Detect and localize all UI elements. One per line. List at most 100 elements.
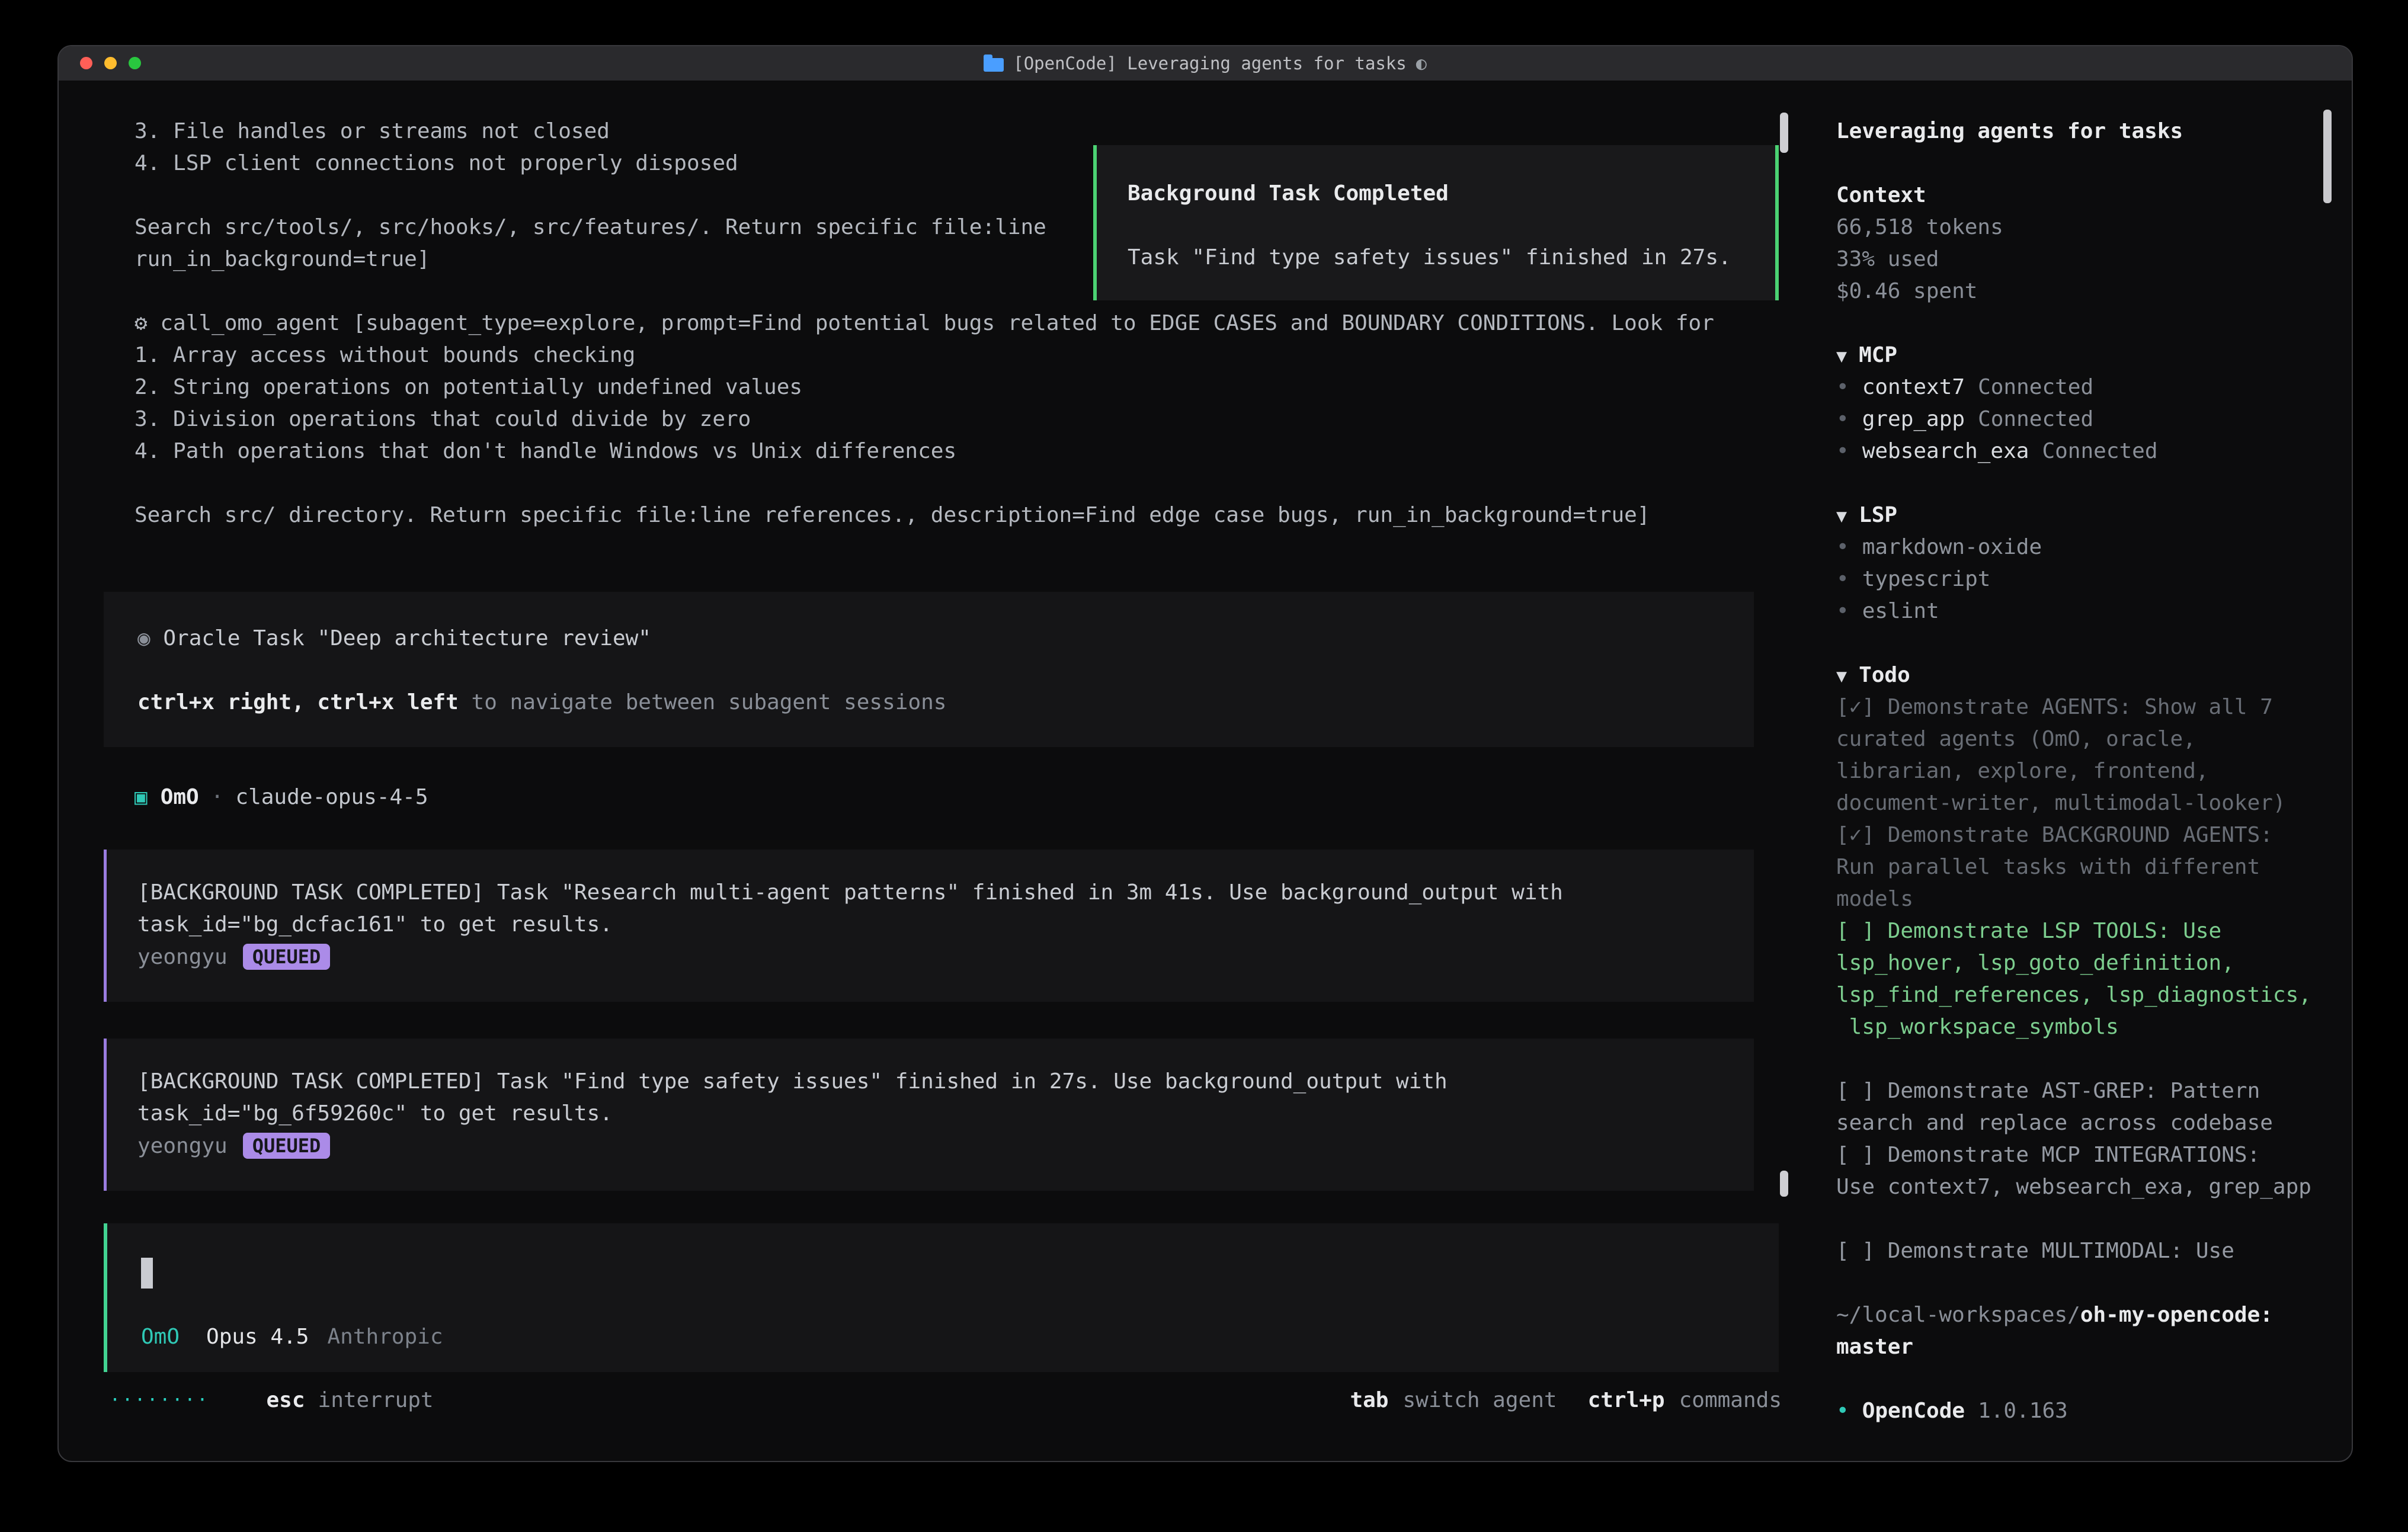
oracle-dot-icon: ◉ — [137, 626, 163, 650]
context-spent: $0.46 spent — [1836, 275, 2323, 307]
session-progress-icon: ◐ — [1416, 53, 1427, 74]
todo-line: [ ] Demonstrate AST-GREP: Pattern — [1836, 1075, 2323, 1107]
toast-blank — [1128, 210, 1775, 242]
mcp-heading-row: ▼MCP — [1836, 339, 2323, 371]
sidebar-scrollbar-thumb[interactable] — [2323, 110, 2332, 203]
bullet-icon: • — [1836, 567, 1849, 591]
todo-line: [✓] Demonstrate BACKGROUND AGENTS: — [1836, 819, 2323, 851]
message-block: [BACKGROUND TASK COMPLETED] Task "Find t… — [104, 1039, 1754, 1191]
close-button[interactable] — [80, 57, 92, 69]
gear-icon: ⚙ — [135, 311, 160, 335]
window-title: [OpenCode] Leveraging agents for tasks — [1013, 53, 1406, 73]
bullet-icon: • — [1836, 375, 1849, 399]
text-cursor — [141, 1258, 153, 1289]
workspace-repo: oh-my-opencode: — [2080, 1303, 2273, 1327]
bullet-icon: • — [1836, 599, 1849, 623]
todo-line: [ ] Demonstrate MULTIMODAL: Use — [1836, 1235, 2323, 1267]
statusbar-right: tab switch agent ctrl+p commands — [1350, 1384, 1782, 1416]
sidebar: Leveraging agents for tasks Context 66,5… — [1836, 116, 2323, 1427]
mcp-item: •grep_appConnected — [1836, 403, 2323, 435]
todo-line: [ ] Demonstrate MCP INTEGRATIONS: — [1836, 1139, 2323, 1171]
workspace-branch: master — [1836, 1331, 2323, 1363]
todo-heading: Todo — [1859, 663, 1910, 687]
agent-header: ▣ OmO · claude-opus-4-5 — [135, 781, 428, 813]
collapse-arrow-icon: ▼ — [1836, 506, 1847, 527]
transcript-line: 1. Array access without bounds checking — [135, 339, 1771, 371]
todo-line: document-writer, multimodal-looker) — [1836, 787, 2323, 819]
lsp-name: typescript — [1862, 567, 1991, 591]
context-heading: Context — [1836, 180, 2323, 211]
todo-line: [✓] Demonstrate AGENTS: Show all 7 — [1836, 691, 2323, 723]
todo-line: librarian, explore, frontend, — [1836, 755, 2323, 787]
app-version: 1.0.163 — [1978, 1399, 2068, 1423]
todo-line: lsp_workspace_symbols — [1836, 1011, 2323, 1043]
collapse-arrow-icon: ▼ — [1836, 666, 1847, 687]
prompt-input[interactable]: OmO Opus 4.5 Anthropic — [104, 1223, 1779, 1372]
lsp-name: markdown-oxide — [1862, 535, 2042, 559]
transcript-line: 3. File handles or streams not closed — [135, 116, 1771, 148]
todo-line: Run parallel tasks with different — [1836, 851, 2323, 883]
background-task-toast: Background Task Completed Task "Find typ… — [1093, 145, 1779, 300]
message-meta: yeongyu QUEUED — [137, 1130, 1754, 1162]
ctrlp-key-label: commands — [1679, 1388, 1782, 1412]
traffic-lights — [80, 57, 141, 69]
mcp-status: Connected — [1978, 375, 2093, 399]
bullet-icon: • — [1836, 439, 1849, 463]
mcp-heading: MCP — [1859, 343, 1897, 367]
todo-line: lsp_find_references, lsp_diagnostics, — [1836, 979, 2323, 1011]
lsp-item: • eslint — [1836, 595, 2323, 627]
oracle-hint-rest: to navigate between subagent sessions — [459, 690, 947, 714]
message-author: yeongyu — [137, 945, 228, 969]
statusbar-left: ········ esc interrupt — [110, 1384, 434, 1416]
context-used: 33% used — [1836, 243, 2323, 275]
status-badge: QUEUED — [243, 1133, 331, 1159]
bullet-icon: • — [1836, 407, 1849, 431]
mcp-item: •context7Connected — [1836, 371, 2323, 403]
tab-key-label: switch agent — [1402, 1388, 1557, 1412]
toast-title: Background Task Completed — [1128, 178, 1775, 210]
toast-body: Task "Find type safety issues" finished … — [1128, 242, 1775, 274]
oracle-task-panel: ◉ Oracle Task "Deep architecture review"… — [104, 592, 1754, 747]
tab-key-hint: tab — [1350, 1388, 1388, 1412]
mcp-name: websearch_exa — [1862, 439, 2029, 463]
lsp-heading-row: ▼LSP — [1836, 499, 2323, 531]
message-line: [BACKGROUND TASK COMPLETED] Task "Find t… — [137, 1066, 1754, 1098]
zoom-button[interactable] — [129, 57, 141, 69]
oracle-blank — [137, 655, 1754, 687]
ctrlp-key-hint: ctrl+p — [1588, 1388, 1665, 1412]
esc-key-label: interrupt — [318, 1388, 434, 1412]
spinner-dots: ········ — [110, 1390, 210, 1411]
tool-call-text: call_omo_agent [subagent_type=explore, p… — [160, 311, 1714, 335]
esc-key-hint: esc — [267, 1388, 305, 1412]
message-block: [BACKGROUND TASK COMPLETED] Task "Resear… — [104, 850, 1754, 1002]
version-row: •OpenCode1.0.163 — [1836, 1395, 2323, 1427]
todo-line: [ ] Demonstrate LSP TOOLS: Use — [1836, 915, 2323, 947]
todo-line: models — [1836, 883, 2323, 915]
window-title-group: [OpenCode] Leveraging agents for tasks ◐ — [984, 53, 1427, 74]
message-line: task_id="bg_dcfac161" to get results. — [137, 909, 1754, 941]
agent-square-icon: ▣ — [135, 785, 148, 809]
main-scrollbar-thumb[interactable] — [1780, 113, 1788, 153]
terminal-window: [OpenCode] Leveraging agents for tasks ◐… — [57, 45, 2353, 1462]
agent-separator: · — [211, 785, 224, 809]
todo-line: curated agents (OmO, oracle, — [1836, 723, 2323, 755]
agent-model: claude-opus-4-5 — [235, 785, 428, 809]
lsp-item: •markdown-oxide — [1836, 531, 2323, 563]
input-model-row: OmO Opus 4.5 Anthropic — [141, 1321, 443, 1352]
folder-icon — [984, 58, 1004, 72]
oracle-hint-line: ctrl+x right, ctrl+x left to navigate be… — [137, 687, 1754, 719]
tool-call-line: ⚙ call_omo_agent [subagent_type=explore,… — [135, 307, 1771, 339]
todo-line: Use context7, websearch_exa, grep_app — [1836, 1171, 2323, 1203]
transcript-line: Search src/ directory. Return specific f… — [135, 499, 1771, 531]
minimize-button[interactable] — [104, 57, 117, 69]
oracle-title-line: ◉ Oracle Task "Deep architecture review" — [137, 623, 1754, 655]
agent-name: OmO — [161, 785, 199, 809]
lsp-name: eslint — [1862, 599, 1939, 623]
transcript-blank — [135, 467, 1771, 499]
todo-heading-row: ▼ Todo — [1836, 659, 2323, 691]
mcp-name: grep_app — [1862, 407, 1965, 431]
workspace-path-prefix: ~/local-workspaces/ — [1836, 1303, 2080, 1327]
transcript-line: 4. Path operations that don't handle Win… — [135, 435, 1771, 467]
main-scrollbar-thumb[interactable] — [1780, 1171, 1788, 1197]
app-name: OpenCode — [1862, 1399, 1965, 1423]
